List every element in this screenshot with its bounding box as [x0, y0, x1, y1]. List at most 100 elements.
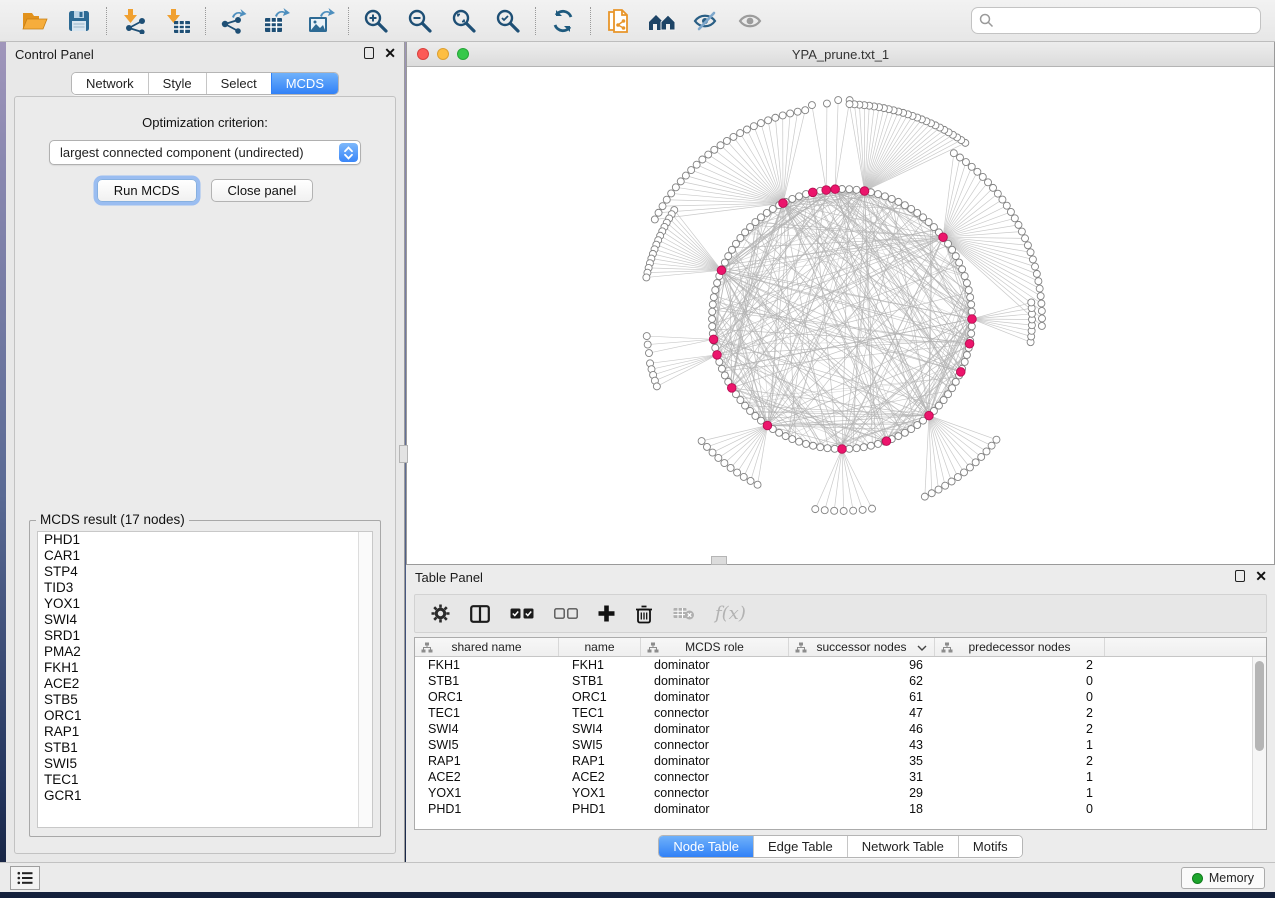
network-node[interactable]	[966, 464, 973, 471]
function-builder-button[interactable]: f(x)	[715, 603, 746, 624]
save-session-button[interactable]	[64, 6, 94, 36]
network-node[interactable]	[823, 100, 830, 107]
zoom-fit-button[interactable]	[449, 6, 479, 36]
network-node[interactable]	[853, 186, 860, 193]
mcds-result-list[interactable]: PHD1CAR1STP4TID3YOX1SWI4SRD1PMA2FKH1ACE2…	[37, 531, 373, 828]
network-node[interactable]	[721, 372, 728, 379]
network-node[interactable]	[867, 442, 874, 449]
run-mcds-button[interactable]: Run MCDS	[97, 179, 197, 202]
network-node[interactable]	[1024, 242, 1031, 249]
network-node[interactable]	[787, 110, 794, 117]
network-node[interactable]	[824, 445, 831, 452]
network-node[interactable]	[703, 443, 710, 450]
network-node[interactable]	[956, 154, 963, 161]
network-node[interactable]	[961, 469, 968, 476]
network-node[interactable]	[914, 209, 921, 216]
network-node[interactable]	[974, 168, 981, 175]
network-node[interactable]	[1027, 249, 1034, 256]
search-input[interactable]	[971, 7, 1261, 34]
network-node[interactable]	[968, 323, 975, 330]
network-node[interactable]	[699, 156, 706, 163]
network-node[interactable]	[968, 330, 975, 337]
export-table-button[interactable]	[262, 6, 292, 36]
network-node[interactable]	[644, 341, 651, 348]
network-node[interactable]	[734, 469, 741, 476]
network-node[interactable]	[651, 216, 658, 223]
network-node[interactable]	[709, 449, 716, 456]
network-node[interactable]	[732, 240, 739, 247]
network-node[interactable]	[968, 301, 975, 308]
network-node[interactable]	[949, 385, 956, 392]
network-node[interactable]	[677, 178, 684, 185]
delete-table-button[interactable]	[673, 606, 695, 621]
network-node[interactable]	[881, 193, 888, 200]
network-node[interactable]	[895, 198, 902, 205]
result-item[interactable]: STB5	[38, 692, 372, 708]
network-node[interactable]	[796, 193, 803, 200]
mcds-node[interactable]	[956, 368, 965, 377]
network-node[interactable]	[972, 459, 979, 466]
network-node[interactable]	[714, 280, 721, 287]
table-row[interactable]: SWI4SWI4dominator462	[415, 721, 1266, 737]
network-node[interactable]	[1007, 208, 1014, 215]
network-node[interactable]	[928, 490, 935, 497]
network-node[interactable]	[672, 184, 679, 191]
table-scrollbar[interactable]	[1252, 657, 1266, 829]
network-node[interactable]	[988, 442, 995, 449]
close-panel-button[interactable]: Close panel	[211, 179, 314, 202]
network-node[interactable]	[1011, 215, 1018, 222]
network-node[interactable]	[1032, 263, 1039, 270]
network-node[interactable]	[808, 102, 815, 109]
result-item[interactable]: ORC1	[38, 708, 372, 724]
deselect-all-button[interactable]	[554, 608, 578, 619]
network-node[interactable]	[983, 448, 990, 455]
show-columns-button[interactable]	[470, 605, 490, 623]
network-node[interactable]	[718, 365, 725, 372]
result-item[interactable]: STP4	[38, 564, 372, 580]
criterion-select[interactable]: largest connected component (undirected)	[49, 140, 361, 165]
network-node[interactable]	[901, 429, 908, 436]
network-node[interactable]	[950, 150, 957, 157]
tab-mcds[interactable]: MCDS	[271, 73, 338, 94]
network-node[interactable]	[1022, 235, 1029, 242]
network-node[interactable]	[743, 126, 750, 133]
network-node[interactable]	[710, 294, 717, 301]
tab-select[interactable]: Select	[206, 73, 271, 94]
network-node[interactable]	[721, 259, 728, 266]
network-node[interactable]	[993, 436, 1000, 443]
network-node[interactable]	[869, 505, 876, 512]
network-node[interactable]	[817, 444, 824, 451]
float-panel-icon[interactable]	[364, 47, 374, 59]
network-node[interactable]	[1036, 285, 1043, 292]
network-window-titlebar[interactable]: YPA_prune.txt_1	[407, 42, 1274, 67]
export-image-button[interactable]	[306, 6, 336, 36]
network-node[interactable]	[954, 474, 961, 481]
network-node[interactable]	[908, 426, 915, 433]
network-node[interactable]	[802, 107, 809, 114]
delete-column-button[interactable]	[635, 604, 653, 624]
network-node[interactable]	[821, 507, 828, 514]
network-node[interactable]	[643, 333, 650, 340]
import-network-button[interactable]	[119, 6, 149, 36]
open-file-button[interactable]	[20, 6, 50, 36]
network-node[interactable]	[721, 460, 728, 467]
network-node[interactable]	[959, 266, 966, 273]
mcds-node[interactable]	[925, 411, 934, 420]
network-node[interactable]	[963, 280, 970, 287]
add-column-button[interactable]	[598, 605, 615, 622]
network-node[interactable]	[740, 473, 747, 480]
network-node[interactable]	[737, 130, 744, 137]
network-node[interactable]	[846, 101, 853, 108]
table-row[interactable]: YOX1YOX1connector291	[415, 785, 1266, 801]
network-node[interactable]	[682, 172, 689, 179]
network-node[interactable]	[1038, 315, 1045, 322]
network-node[interactable]	[985, 179, 992, 186]
network-node[interactable]	[709, 323, 716, 330]
network-node[interactable]	[1033, 270, 1040, 277]
network-node[interactable]	[653, 383, 660, 390]
network-node[interactable]	[942, 482, 949, 489]
network-node[interactable]	[1018, 228, 1025, 235]
network-node[interactable]	[725, 253, 732, 260]
network-node[interactable]	[846, 445, 853, 452]
result-scrollbar[interactable]	[358, 532, 372, 827]
